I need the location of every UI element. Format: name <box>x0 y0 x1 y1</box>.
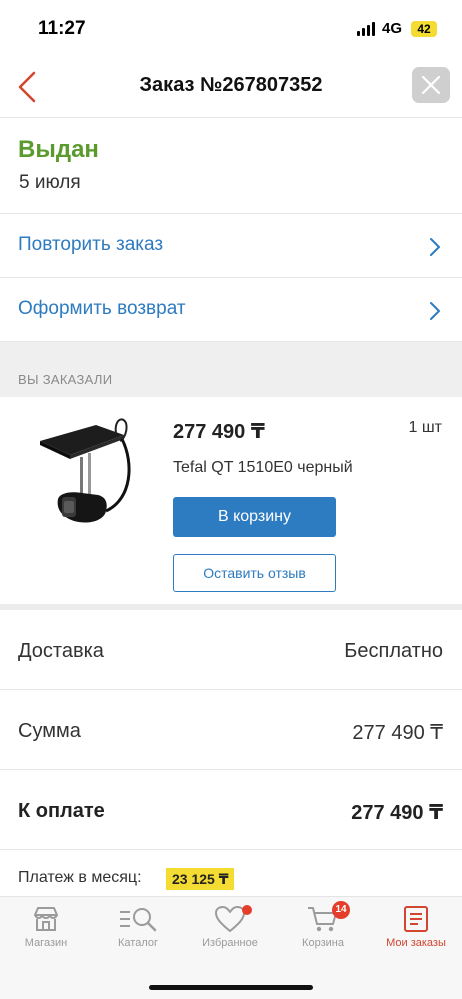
installment-badge: 23 125 ₸ <box>166 868 235 890</box>
tab-favorites-label: Избранное <box>202 937 258 949</box>
sum-label: Сумма <box>18 720 81 742</box>
page-title: Заказ №267807352 <box>139 74 323 96</box>
tab-my-orders[interactable]: Мои заказы <box>370 905 462 965</box>
installment-row: Платеж в месяц: 23 125 ₸ <box>0 852 462 896</box>
tab-bar: Магазин Каталог Избранное 14 Корзина Мои… <box>0 896 462 999</box>
to-pay-row: К оплате 277 490 ₸ <box>0 770 462 850</box>
order-status-block: Выдан 5 июля <box>0 118 462 214</box>
status-bar: 11:27 4G 42 <box>0 0 462 56</box>
to-pay-value: 277 490 ₸ <box>351 802 443 824</box>
repeat-order-row[interactable]: Повторить заказ <box>0 214 462 278</box>
leave-review-button[interactable]: Оставить отзыв <box>173 554 336 592</box>
network-label: 4G <box>382 20 403 37</box>
cart-badge: 14 <box>332 901 350 919</box>
product-image[interactable] <box>36 413 146 529</box>
delivery-value: Бесплатно <box>344 640 443 662</box>
tab-catalog[interactable]: Каталог <box>92 905 184 965</box>
sum-value: 277 490 ₸ <box>352 722 443 744</box>
battery-icon: 42 <box>411 21 437 37</box>
signal-icon <box>357 22 375 36</box>
chevron-right-icon <box>430 238 440 256</box>
repeat-order-label: Повторить заказ <box>18 234 164 255</box>
section-header: ВЫ ЗАКАЗАЛИ <box>0 342 462 397</box>
tab-store[interactable]: Магазин <box>0 905 92 965</box>
close-icon <box>421 75 441 95</box>
tab-store-label: Магазин <box>24 937 68 949</box>
installment-label: Платеж в месяц: <box>18 869 142 886</box>
tab-catalog-label: Каталог <box>118 937 158 949</box>
product-item: 277 490 ₸ 1 шт Tefal QT 1510E0 черный В … <box>0 397 462 607</box>
store-icon <box>34 907 58 931</box>
to-pay-label: К оплате <box>18 800 105 822</box>
chevron-right-icon <box>430 302 440 320</box>
order-status: Выдан <box>18 136 99 163</box>
favorites-dot <box>242 905 252 915</box>
sum-row: Сумма 277 490 ₸ <box>0 690 462 770</box>
tab-favorites[interactable]: Избранное <box>184 905 276 965</box>
delivery-label: Доставка <box>18 640 104 662</box>
delivery-row: Доставка Бесплатно <box>0 610 462 690</box>
tab-cart-label: Корзина <box>302 937 344 949</box>
home-indicator <box>149 985 313 990</box>
return-order-row[interactable]: Оформить возврат <box>0 278 462 342</box>
status-time: 11:27 <box>38 18 86 39</box>
add-to-cart-button[interactable]: В корзину <box>173 497 336 537</box>
nav-header: Заказ №267807352 <box>0 56 462 118</box>
ordered-section-label: ВЫ ЗАКАЗАЛИ <box>18 372 113 387</box>
orders-icon <box>404 906 428 932</box>
close-button[interactable] <box>412 67 450 103</box>
product-quantity: 1 шт <box>408 419 442 436</box>
tab-my-orders-label: Мои заказы <box>386 937 446 949</box>
product-price: 277 490 ₸ <box>173 421 265 443</box>
return-order-label: Оформить возврат <box>18 298 186 319</box>
product-name[interactable]: Tefal QT 1510E0 черный <box>173 459 353 477</box>
tab-cart[interactable]: 14 Корзина <box>277 901 369 965</box>
catalog-search-icon <box>120 908 157 932</box>
order-date: 5 июля <box>19 172 81 193</box>
